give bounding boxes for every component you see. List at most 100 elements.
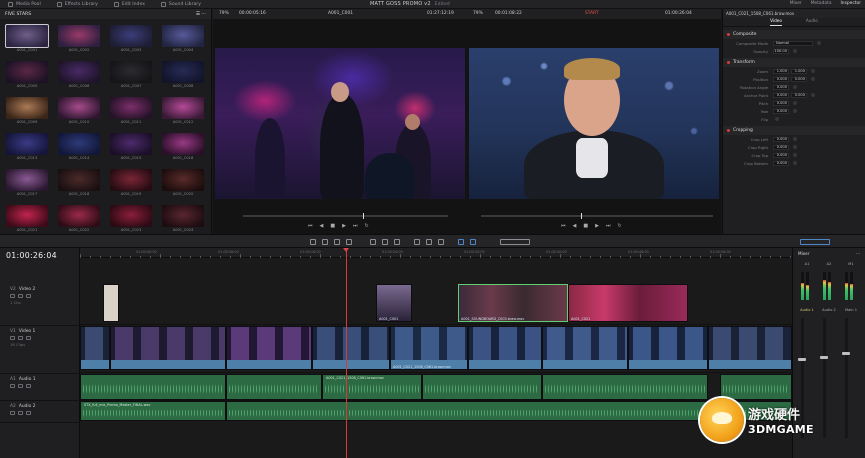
source-viewer-image[interactable] [215,48,465,199]
param-value-field[interactable]: 0.000 [773,76,789,82]
media-clip-thumbnail[interactable]: A001_C007 [110,61,152,88]
param-value-field[interactable]: 0.000 [791,92,807,98]
linked-selection-icon[interactable] [426,239,432,245]
clip-v2-a001-c001[interactable]: A001_C001 [376,284,412,322]
keyframe-icon[interactable] [793,153,797,157]
auto-select-icon[interactable] [18,336,23,340]
keyframe-icon[interactable] [811,77,815,81]
fader-a1[interactable] [798,358,806,361]
snapping-icon[interactable] [414,239,420,245]
dynamic-trim-icon[interactable] [334,239,340,245]
tab-mixer[interactable]: Mixer [790,1,802,6]
section-enabled-icon[interactable] [727,33,730,36]
blade-tool-icon[interactable] [346,239,352,245]
playhead[interactable] [343,248,349,458]
go-to-end-icon[interactable]: ⏭ [606,223,611,229]
clip-v1[interactable] [628,326,708,370]
media-clip-thumbnail[interactable]: A001_C013 [6,133,48,160]
flag-icon[interactable] [458,239,464,245]
media-clip-thumbnail[interactable]: A001_C001 [5,24,49,52]
param-value-field[interactable]: 0.000 [773,160,789,166]
clip-v1[interactable] [110,326,226,370]
play-reverse-icon[interactable]: ◀ [320,223,324,229]
media-clip-thumbnail[interactable]: A001_C024 [162,205,204,232]
tab-sound-library[interactable]: Sound Library [153,1,209,7]
media-clip-thumbnail[interactable]: A001_C017 [6,169,48,196]
lock-track-icon[interactable] [10,411,15,415]
selection-tool-icon[interactable] [310,239,316,245]
media-clip-thumbnail[interactable]: A001_C016 [162,133,204,160]
source-scrubber[interactable] [243,213,448,219]
fader-track-m1[interactable] [845,318,848,438]
clip-v2-soundboard[interactable]: A001_SOUNDBOARD_C003.braw.mov [458,284,568,322]
clip-v1[interactable] [80,326,110,370]
bin-name[interactable]: FIVE STARS [5,12,31,17]
param-value-field[interactable]: 0.000 [773,84,789,90]
mixer-options-icon[interactable]: ⋯ [856,251,860,256]
param-value-field[interactable]: 100.00 [773,48,789,54]
zoom-slider[interactable] [500,239,530,245]
media-clip-thumbnail[interactable]: A001_C018 [58,169,100,196]
stop-icon[interactable]: ■ [330,223,335,229]
keyframe-icon[interactable] [793,109,797,113]
stop-icon[interactable]: ■ [583,223,588,229]
clip-v1[interactable] [226,326,312,370]
track-header-v2[interactable]: V2 Video 2 1 Clip [0,284,80,326]
tab-inspector[interactable]: Inspector [841,1,861,6]
timeline-timecode[interactable]: 01:00:26:04 [6,251,57,260]
section-enabled-icon[interactable] [727,61,730,64]
keyframe-icon[interactable] [793,49,797,53]
inspector-section-header[interactable]: Cropping [723,126,865,135]
keyframe-icon[interactable] [793,137,797,141]
solo-icon[interactable] [18,384,23,388]
media-clip-thumbnail[interactable]: A001_C014 [58,133,100,160]
keyframe-icon[interactable] [775,117,779,121]
source-zoom[interactable]: 79% [219,11,229,16]
media-clip-thumbnail[interactable]: A001_C003 [110,25,152,52]
go-to-start-icon[interactable]: ⏮ [561,223,566,229]
track-header-a2[interactable]: A2 Audio 2 [0,401,80,423]
clip-a1-1[interactable] [80,374,226,400]
replace-clip-icon[interactable] [394,239,400,245]
keyframe-icon[interactable] [793,161,797,165]
clip-v1[interactable] [542,326,628,370]
media-clip-thumbnail[interactable]: A001_C010 [58,97,100,124]
keyframe-icon[interactable] [793,145,797,149]
fader-m1[interactable] [842,352,850,355]
go-to-end-icon[interactable]: ⏭ [353,223,358,229]
timeline-area[interactable]: 01:00:00:00 01:00:08:00 01:00:16:00 01:00:2… [80,248,792,458]
media-clip-thumbnail[interactable]: A001_C019 [110,169,152,196]
param-value-field[interactable]: 1.000 [773,68,789,74]
media-clip-thumbnail[interactable]: A001_C015 [110,133,152,160]
inspector-section-header[interactable]: Composite [723,30,865,39]
media-clip-thumbnail[interactable]: A001_C005 [6,61,48,88]
param-value-field[interactable]: 0.000 [773,152,789,158]
clip-a1-6[interactable] [720,374,792,400]
lock-track-icon[interactable] [10,294,15,298]
media-clip-thumbnail[interactable]: A001_C008 [162,61,204,88]
timeline-ruler[interactable]: 01:00:00:00 01:00:08:00 01:00:16:00 01:00:2… [80,248,792,258]
media-clip-thumbnail[interactable]: A001_C021 [6,205,48,232]
keyframe-icon[interactable] [793,85,797,89]
track-visible-icon[interactable] [26,336,31,340]
clip-v1[interactable] [312,326,390,370]
clip-v1[interactable] [468,326,542,370]
trim-tool-icon[interactable] [322,239,328,245]
clip-a1-4[interactable] [422,374,542,400]
tab-media-pool[interactable]: Media Pool [0,1,49,7]
track-visible-icon[interactable] [26,294,31,298]
param-value-field[interactable]: Normal [773,40,813,46]
solo-icon[interactable] [18,411,23,415]
media-clip-thumbnail[interactable]: A001_C012 [162,97,204,124]
timeline-zoom[interactable]: 79% [473,11,483,16]
mute-icon[interactable] [26,384,31,388]
insert-clip-icon[interactable] [370,239,376,245]
tab-edit-index[interactable]: Edit Index [106,1,153,7]
param-value-field[interactable]: 0.000 [773,92,789,98]
clip-a1-2[interactable] [226,374,322,400]
loop-icon[interactable]: ↻ [617,223,621,229]
param-value-field[interactable]: 0.000 [773,108,789,114]
volume-slider[interactable] [800,239,830,245]
clip-a2-1[interactable]: STX_full_mix_Promo_Master_FINAL.wav [80,401,226,421]
tab-metadata[interactable]: Metadata [811,1,832,6]
